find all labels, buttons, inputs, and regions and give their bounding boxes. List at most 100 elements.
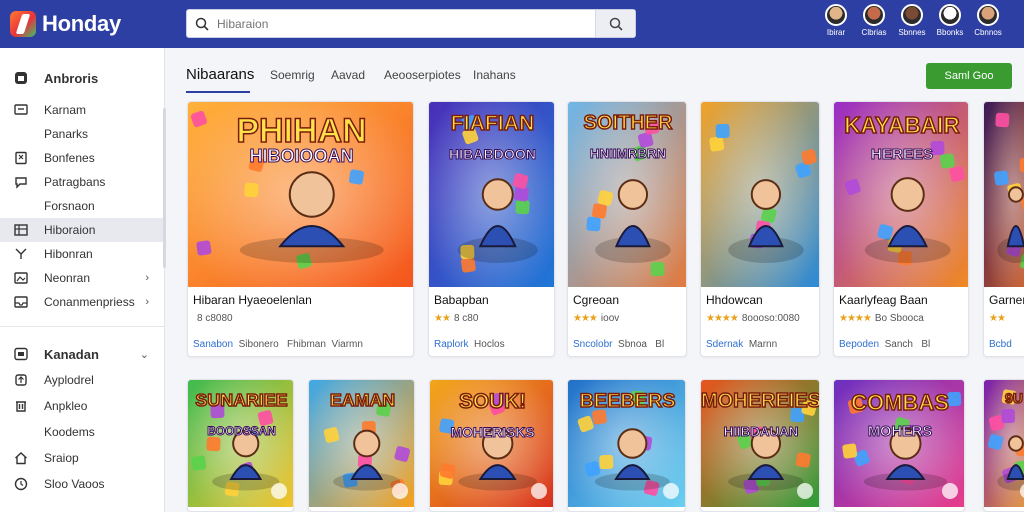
tag-link[interactable]: Sncolobr [573, 339, 612, 350]
game-card[interactable]: MOHEREIES HIIBDAUAN [700, 379, 820, 512]
user-avatar[interactable]: Ibirar [820, 4, 852, 37]
game-title[interactable]: Cgreoan [573, 293, 619, 307]
logo-icon [10, 11, 36, 37]
monitor-icon [14, 103, 28, 117]
play-icon[interactable] [797, 483, 813, 499]
sidebar-item-11[interactable]: Ayplodrel [0, 368, 163, 392]
game-title[interactable]: Kaarlyfeag Baan [839, 293, 928, 307]
tag-link[interactable]: Sdernak [706, 339, 743, 350]
game-card[interactable]: COMBAS MOHERS [833, 379, 965, 512]
game-thumbnail[interactable]: FIAFIAN HIBABDOON [429, 102, 554, 287]
sidebar-item-4[interactable]: Patragbans [0, 170, 163, 194]
tab-0[interactable]: Nibaarans [186, 66, 254, 83]
upload-icon [14, 373, 28, 387]
play-icon[interactable] [942, 483, 958, 499]
play-icon[interactable] [663, 483, 679, 499]
logo[interactable]: Honday [10, 11, 180, 37]
sidebar-item-9[interactable]: Conanmenpriess › [0, 290, 163, 314]
rating-stars: ★★★★ [706, 313, 739, 324]
game-title[interactable]: Hibaran Hyaeoelenlan [193, 293, 312, 307]
tag-link[interactable]: Bepoden [839, 339, 879, 350]
game-tags: Sanabon Sibonero Fhibman Viarmn [193, 339, 363, 350]
game-art-title: EAMAN [329, 389, 396, 411]
game-thumbnail[interactable]: SOUK! MOHERISKS [430, 380, 553, 507]
game-card[interactable]: 9U [983, 379, 1024, 512]
tab-1[interactable]: Soemrig [270, 68, 315, 82]
tab-3[interactable]: Aeooserpiotes [384, 68, 461, 82]
game-title[interactable]: Garnen [989, 293, 1024, 307]
sidebar-item-2[interactable]: Panarks [0, 122, 163, 146]
game-card[interactable]: EAMAN [308, 379, 415, 512]
game-card[interactable]: SOUK! MOHERISKS [429, 379, 554, 512]
game-thumbnail[interactable]: 9U [984, 380, 1024, 507]
user-avatar[interactable]: Clbrias [858, 4, 890, 37]
game-thumbnail[interactable]: BEEBERS [568, 380, 685, 507]
game-art-subtitle: HIIBDAUAN [723, 424, 799, 440]
game-thumbnail[interactable]: COMBAS MOHERS [834, 380, 964, 507]
tag-text: Marnn [748, 339, 778, 350]
home-icon [14, 451, 28, 465]
sidebar-item-label: Neonran [44, 271, 91, 285]
new-game-button[interactable]: Saml Goo [926, 63, 1012, 89]
search-icon [187, 17, 217, 31]
game-card[interactable]: PHIHAN HIBOIOOAN Hibaran Hyaeoelenlan 8 c… [187, 101, 414, 357]
sidebar-item-15[interactable]: Sloo Vaoos [0, 472, 163, 496]
sidebar-item-6[interactable]: Hiboraion [0, 218, 163, 242]
chevron-right-icon[interactable]: › [145, 272, 149, 284]
game-title[interactable]: Babapban [434, 293, 489, 307]
game-card[interactable]: BEEBERS [567, 379, 686, 512]
sidebar-item-3[interactable]: Bonfenes [0, 146, 163, 170]
game-card[interactable]: SUNARIEE BOODSSAN [187, 379, 294, 512]
sidebar-item-14[interactable]: Sraiop [0, 446, 163, 470]
game-thumbnail[interactable]: SOITHER HNIIMRBRN [568, 102, 686, 287]
game-card[interactable]: Hhdowcan ★★★★ 8oooso:0080 Sdernak Marnn [700, 101, 820, 357]
tag-link[interactable]: Raplork [434, 339, 468, 350]
sidebar-item-7[interactable]: Hibonran [0, 242, 163, 266]
chevron-down-icon[interactable]: ⌄ [140, 348, 149, 361]
search-input[interactable] [217, 10, 595, 37]
sidebar-item-0[interactable]: Anbroris [0, 66, 163, 90]
game-card[interactable]: SOITHER HNIIMRBRN Cgreoan ★★★ ioov Sncolob… [567, 101, 687, 357]
game-thumbnail[interactable]: EAMAN [309, 380, 414, 507]
user-avatar[interactable]: Cbnnos [972, 4, 1004, 37]
tab-4[interactable]: Inahans [473, 68, 516, 82]
game-rating: ★★★ ioov [573, 313, 619, 324]
game-title[interactable]: Hhdowcan [706, 293, 763, 307]
tab-2[interactable]: Aavad [331, 68, 365, 82]
tag-text: Bl [655, 339, 665, 350]
sidebar-divider [0, 326, 165, 327]
game-card[interactable]: KAYABAIR HEREES Kaarlyfeag Baan ★★★★ Bo Sb… [833, 101, 969, 357]
play-icon[interactable] [392, 483, 408, 499]
sidebar-item-label: Sloo Vaoos [44, 477, 105, 491]
tag-text: Sanch [884, 339, 913, 350]
app-icon [14, 71, 28, 85]
folder-icon [14, 347, 28, 361]
game-thumbnail[interactable] [701, 102, 819, 287]
rating-stars: ★★ [989, 313, 1006, 324]
play-icon[interactable] [271, 483, 287, 499]
user-avatar[interactable]: Sbnnes [896, 4, 928, 37]
sidebar-item-13[interactable]: Koodems [0, 420, 163, 444]
search-button[interactable] [595, 10, 635, 37]
sidebar-item-8[interactable]: Neonran › [0, 266, 163, 290]
game-card[interactable]: FIAFIAN HIBABDOON Babapban ★★ 8 c80 Raplor… [428, 101, 555, 357]
play-icon[interactable] [531, 483, 547, 499]
game-art-subtitle: HIBOIOOAN [249, 146, 354, 167]
game-thumbnail[interactable]: SUNARIEE BOODSSAN [188, 380, 293, 507]
tag-link[interactable]: Sanabon [193, 339, 233, 350]
tag-link[interactable]: Bcbd [989, 339, 1012, 350]
sidebar-item-1[interactable]: Karnam [0, 98, 163, 122]
game-thumbnail[interactable] [984, 102, 1024, 287]
sidebar-item-10[interactable]: Kanadan ⌄ [0, 342, 163, 366]
sidebar-item-5[interactable]: Forsnaon [0, 194, 163, 218]
game-card[interactable]: Garnen ★★ Bcbd [983, 101, 1024, 357]
user-avatar[interactable]: Bbonks [934, 4, 966, 37]
image-icon [14, 271, 28, 285]
sidebar-item-12[interactable]: Anpkleo [0, 394, 163, 418]
game-thumbnail[interactable]: MOHEREIES HIIBDAUAN [701, 380, 819, 507]
sidebar-item-label: Anbroris [44, 70, 99, 86]
chevron-right-icon[interactable]: › [145, 296, 149, 308]
game-thumbnail[interactable]: KAYABAIR HEREES [834, 102, 968, 287]
sidebar-scrollbar[interactable] [163, 108, 166, 268]
game-thumbnail[interactable]: PHIHAN HIBOIOOAN [188, 102, 413, 287]
